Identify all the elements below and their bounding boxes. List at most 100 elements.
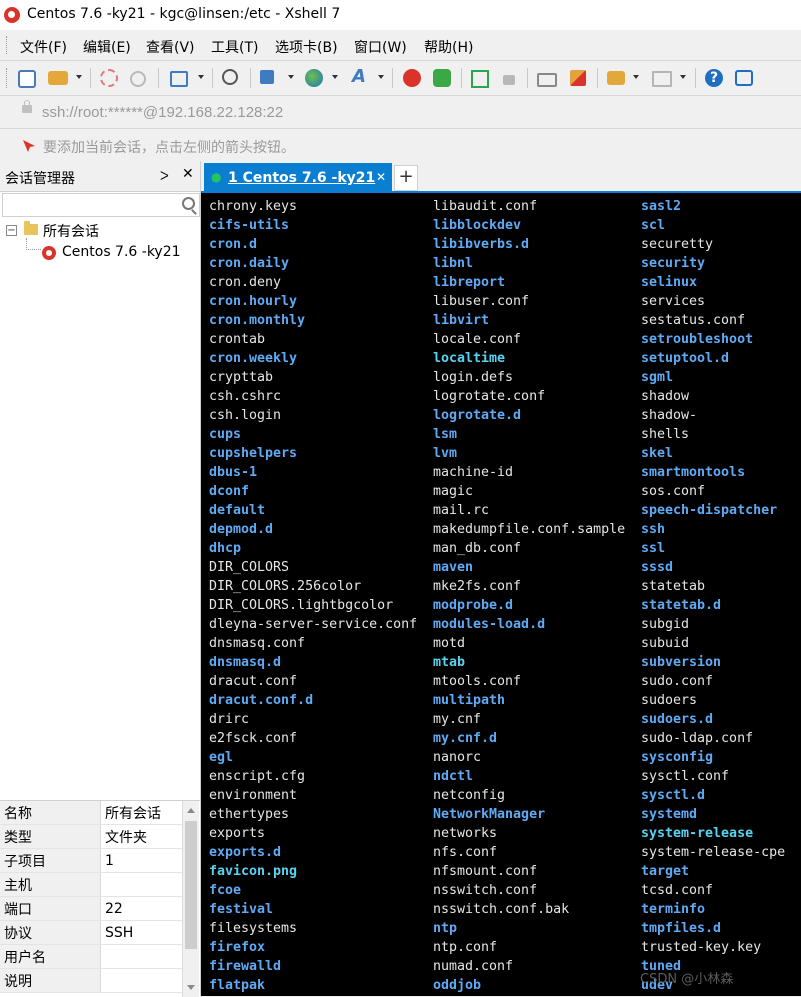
toolbar-separator [597, 68, 598, 88]
listing-entry: logrotate.conf [433, 389, 546, 404]
listing-entry: machine-id [433, 465, 514, 480]
menu-file[interactable]: 文件(F) [20, 37, 67, 57]
listing-entry: dnsmasq.d [209, 655, 282, 670]
toolbar-grip-icon[interactable] [6, 68, 10, 88]
help-icon[interactable]: ? [705, 69, 723, 87]
globe-dropdown-icon[interactable] [332, 75, 338, 79]
listing-entry: favicon.png [209, 864, 298, 879]
menu-tools[interactable]: 工具(T) [211, 37, 258, 57]
scroll-down-arrow-icon[interactable] [187, 985, 195, 990]
listing-entry: dracut.conf.d [209, 693, 314, 708]
pin-icon[interactable]: ᐳ [160, 169, 169, 183]
add-tab-icon[interactable] [607, 71, 625, 85]
tab-centos[interactable]: ● 1 Centos 7.6 -ky21 ✕ [204, 163, 392, 191]
menu-view[interactable]: 查看(V) [146, 37, 195, 57]
scrollbar-thumb[interactable] [185, 821, 197, 949]
session-search-box[interactable] [2, 193, 200, 217]
xshell-icon[interactable] [403, 69, 421, 87]
properties-row[interactable]: 主机 [0, 872, 182, 897]
tab-close-icon[interactable]: ✕ [376, 170, 386, 184]
reconnect-icon[interactable] [100, 69, 118, 87]
listing-entry: DIR_COLORS [209, 560, 290, 575]
add-tab-dropdown-icon[interactable] [633, 75, 639, 79]
properties-row[interactable]: 名称 所有会话 [0, 801, 182, 825]
fullscreen-icon[interactable] [471, 70, 489, 88]
font-icon[interactable]: A [350, 67, 368, 87]
disconnect-icon[interactable] [130, 71, 146, 87]
listing-entry: systemd [641, 807, 698, 822]
properties-scrollbar[interactable] [182, 801, 199, 997]
toolbar-separator [212, 68, 213, 88]
panel-header: 会话管理器 ᐳ ✕ [0, 161, 200, 192]
listing-entry: firewalld [209, 959, 282, 974]
listing-entry: selinux [641, 275, 698, 290]
transfer-dropdown-icon[interactable] [288, 75, 294, 79]
menu-window[interactable]: 窗口(W) [354, 37, 407, 57]
highlight-icon[interactable] [570, 70, 586, 86]
session-search-input[interactable] [7, 196, 171, 214]
listing-entry: my.cnf.d [433, 731, 498, 746]
address-bar [0, 96, 801, 129]
layout-dropdown-icon[interactable] [680, 75, 686, 79]
listing-entry: smartmontools [641, 465, 746, 480]
search-icon[interactable] [182, 197, 195, 210]
address-input[interactable] [42, 102, 782, 122]
listing-entry: localtime [433, 351, 506, 366]
listing-entry: system-release-cpe [641, 845, 786, 860]
listing-entry: dnsmasq.conf [209, 636, 306, 651]
menu-edit[interactable]: 编辑(E) [83, 37, 131, 57]
listing-entry: security [641, 256, 706, 271]
close-icon[interactable]: ✕ [182, 166, 194, 182]
globe-icon[interactable] [305, 69, 323, 87]
listing-entry: lvm [433, 446, 458, 461]
terminal-view[interactable]: chrony.keys cifs-utils cron.d cron.daily cro… [201, 191, 801, 996]
chat-icon[interactable] [735, 70, 753, 86]
menu-help[interactable]: 帮助(H) [424, 37, 473, 57]
lock-icon[interactable] [503, 75, 515, 85]
listing-entry: sudo.conf [641, 674, 714, 689]
listing-entry: depmod.d [209, 522, 274, 537]
tree-item-session[interactable]: Centos 7.6 -ky21 [40, 244, 200, 266]
properties-row[interactable]: 说明 [0, 968, 182, 993]
listing-entry: dhcp [209, 541, 242, 556]
open-dropdown-icon[interactable] [76, 75, 82, 79]
listing-entry: cifs-utils [209, 218, 290, 233]
listing-entry: sysctl.d [641, 788, 706, 803]
property-value: 1 [100, 848, 182, 873]
properties-dropdown-icon[interactable] [198, 75, 204, 79]
listing-entry: ntp.conf [433, 940, 498, 955]
session-tab-bar: ● 1 Centos 7.6 -ky21 ✕ + [201, 161, 801, 191]
menu-tabs[interactable]: 选项卡(B) [275, 37, 338, 57]
transfer-icon[interactable] [260, 70, 274, 84]
properties-icon[interactable] [170, 71, 188, 87]
listing-entry: cron.deny [209, 275, 282, 290]
properties-row[interactable]: 类型 文件夹 [0, 824, 182, 849]
font-dropdown-icon[interactable] [378, 75, 384, 79]
listing-entry: cron.monthly [209, 313, 306, 328]
toolbar-separator [695, 68, 696, 88]
menubar-grip-icon[interactable] [6, 36, 10, 54]
properties-row[interactable]: 端口 22 [0, 896, 182, 921]
listing-entry: enscript.cfg [209, 769, 306, 784]
collapse-toggle-icon[interactable]: − [6, 225, 17, 236]
properties-row[interactable]: 子项目 1 [0, 848, 182, 873]
arrow-bookmark-icon[interactable] [22, 139, 36, 153]
new-tab-button[interactable]: + [394, 165, 418, 191]
xftp-icon[interactable] [433, 69, 451, 87]
property-key: 协议 [0, 920, 101, 945]
properties-row[interactable]: 用户名 [0, 944, 182, 969]
listing-entry: shells [641, 427, 690, 442]
layout-icon[interactable] [652, 71, 672, 87]
keyboard-icon[interactable] [537, 73, 557, 87]
properties-row[interactable]: 协议 SSH [0, 920, 182, 945]
listing-entry: target [641, 864, 690, 879]
find-icon[interactable] [222, 69, 238, 85]
new-session-icon[interactable] [18, 70, 36, 88]
listing-entry: logrotate.d [433, 408, 522, 423]
open-folder-icon[interactable] [48, 71, 68, 85]
listing-entry: sgml [641, 370, 674, 385]
listing-entry: cron.daily [209, 256, 290, 271]
property-value [100, 968, 182, 993]
scroll-up-arrow-icon[interactable] [187, 808, 195, 813]
listing-entry: tmpfiles.d [641, 921, 722, 936]
